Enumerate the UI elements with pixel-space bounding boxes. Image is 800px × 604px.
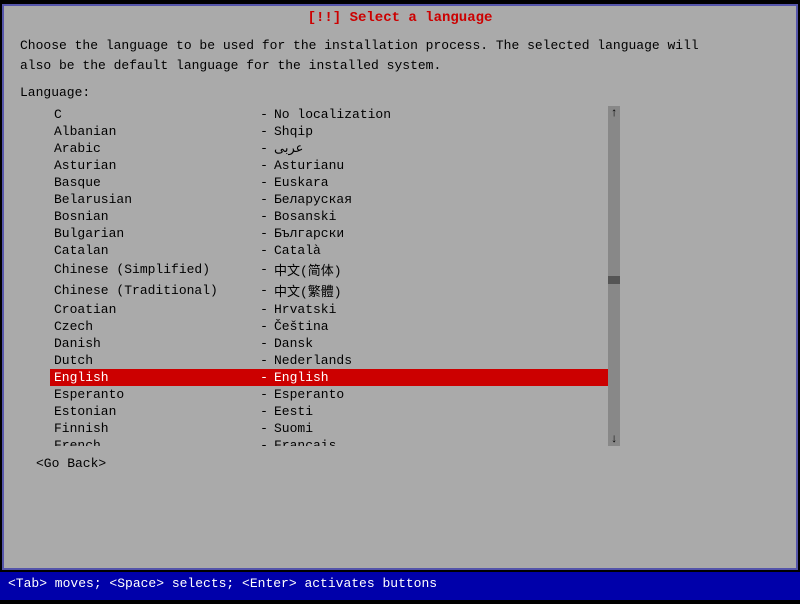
language-native-name: Shqip (274, 124, 616, 139)
language-name: Asturian (54, 158, 254, 173)
language-name: Chinese (Traditional) (54, 283, 254, 298)
language-list[interactable]: C-No localizationAlbanian-ShqipArabic-عر… (50, 106, 620, 446)
language-name: English (54, 370, 254, 385)
go-back-button[interactable]: <Go Back> (36, 456, 780, 471)
language-row[interactable]: Danish-Dansk (50, 335, 620, 352)
language-name: Danish (54, 336, 254, 351)
language-separator: - (254, 353, 274, 368)
language-native-name: عربى (274, 141, 616, 156)
language-row[interactable]: Estonian-Eesti (50, 403, 620, 420)
language-native-name: Български (274, 226, 616, 241)
scrollbar-up-arrow[interactable]: ↑ (608, 106, 620, 120)
language-row[interactable]: Croatian-Hrvatski (50, 301, 620, 318)
language-row[interactable]: Albanian-Shqip (50, 123, 620, 140)
language-name: Bulgarian (54, 226, 254, 241)
language-label: Language: (20, 85, 780, 100)
language-separator: - (254, 243, 274, 258)
language-native-name: Euskara (274, 175, 616, 190)
language-rows: C-No localizationAlbanian-ShqipArabic-عر… (50, 106, 620, 446)
language-row[interactable]: Chinese (Traditional)-中文(繁體) (50, 280, 620, 301)
language-name: Chinese (Simplified) (54, 262, 254, 277)
language-separator: - (254, 438, 274, 446)
language-native-name: Беларуская (274, 192, 616, 207)
language-row[interactable]: C-No localization (50, 106, 620, 123)
language-native-name: Dansk (274, 336, 616, 351)
language-name: Catalan (54, 243, 254, 258)
language-name: Albanian (54, 124, 254, 139)
language-separator: - (254, 262, 274, 277)
language-native-name: Català (274, 243, 616, 258)
language-native-name: 中文(繁體) (274, 281, 616, 300)
language-separator: - (254, 141, 274, 156)
language-name: Basque (54, 175, 254, 190)
language-separator: - (254, 319, 274, 334)
language-row[interactable]: Czech-Čeština (50, 318, 620, 335)
language-native-name: 中文(简体) (274, 260, 616, 279)
language-name: Arabic (54, 141, 254, 156)
language-row[interactable]: Finnish-Suomi (50, 420, 620, 437)
language-row[interactable]: Arabic-عربى (50, 140, 620, 157)
language-name: French (54, 438, 254, 446)
language-row[interactable]: English-English (50, 369, 620, 386)
description-text: Choose the language to be used for the i… (20, 36, 780, 75)
language-native-name: Asturianu (274, 158, 616, 173)
description-line2: also be the default language for the ins… (20, 58, 441, 73)
language-native-name: Français (274, 438, 616, 446)
language-separator: - (254, 209, 274, 224)
language-name: Czech (54, 319, 254, 334)
scrollbar-thumb[interactable] (608, 276, 620, 284)
language-name: Bosnian (54, 209, 254, 224)
language-native-name: Eesti (274, 404, 616, 419)
language-native-name: English (274, 370, 616, 385)
description-line1: Choose the language to be used for the i… (20, 38, 699, 53)
language-row[interactable]: Dutch-Nederlands (50, 352, 620, 369)
language-native-name: No localization (274, 107, 616, 122)
language-native-name: Čeština (274, 319, 616, 334)
language-name: Dutch (54, 353, 254, 368)
language-separator: - (254, 404, 274, 419)
language-native-name: Esperanto (274, 387, 616, 402)
scrollbar-down-arrow[interactable]: ↓ (608, 432, 620, 446)
language-row[interactable]: French-Français (50, 437, 620, 446)
language-native-name: Suomi (274, 421, 616, 436)
language-separator: - (254, 192, 274, 207)
language-separator: - (254, 370, 274, 385)
language-row[interactable]: Catalan-Català (50, 242, 620, 259)
dialog-title: [!!] Select a language (4, 6, 796, 28)
language-name: Esperanto (54, 387, 254, 402)
language-separator: - (254, 336, 274, 351)
language-name: Estonian (54, 404, 254, 419)
language-row[interactable]: Bulgarian-Български (50, 225, 620, 242)
language-separator: - (254, 226, 274, 241)
language-separator: - (254, 421, 274, 436)
language-row[interactable]: Bosnian-Bosanski (50, 208, 620, 225)
language-name: Croatian (54, 302, 254, 317)
language-row[interactable]: Esperanto-Esperanto (50, 386, 620, 403)
language-native-name: Hrvatski (274, 302, 616, 317)
language-row[interactable]: Belarusian-Беларуская (50, 191, 620, 208)
language-separator: - (254, 387, 274, 402)
language-separator: - (254, 283, 274, 298)
language-name: C (54, 107, 254, 122)
scrollbar[interactable]: ↑ ↓ (608, 106, 620, 446)
language-name: Finnish (54, 421, 254, 436)
language-row[interactable]: Chinese (Simplified)-中文(简体) (50, 259, 620, 280)
language-name: Belarusian (54, 192, 254, 207)
language-native-name: Bosanski (274, 209, 616, 224)
language-row[interactable]: Asturian-Asturianu (50, 157, 620, 174)
status-bar: <Tab> moves; <Space> selects; <Enter> ac… (0, 572, 800, 600)
language-row[interactable]: Basque-Euskara (50, 174, 620, 191)
dialog-window: [!!] Select a language Choose the langua… (2, 4, 798, 570)
language-separator: - (254, 158, 274, 173)
language-separator: - (254, 302, 274, 317)
language-native-name: Nederlands (274, 353, 616, 368)
language-separator: - (254, 107, 274, 122)
language-separator: - (254, 124, 274, 139)
language-separator: - (254, 175, 274, 190)
